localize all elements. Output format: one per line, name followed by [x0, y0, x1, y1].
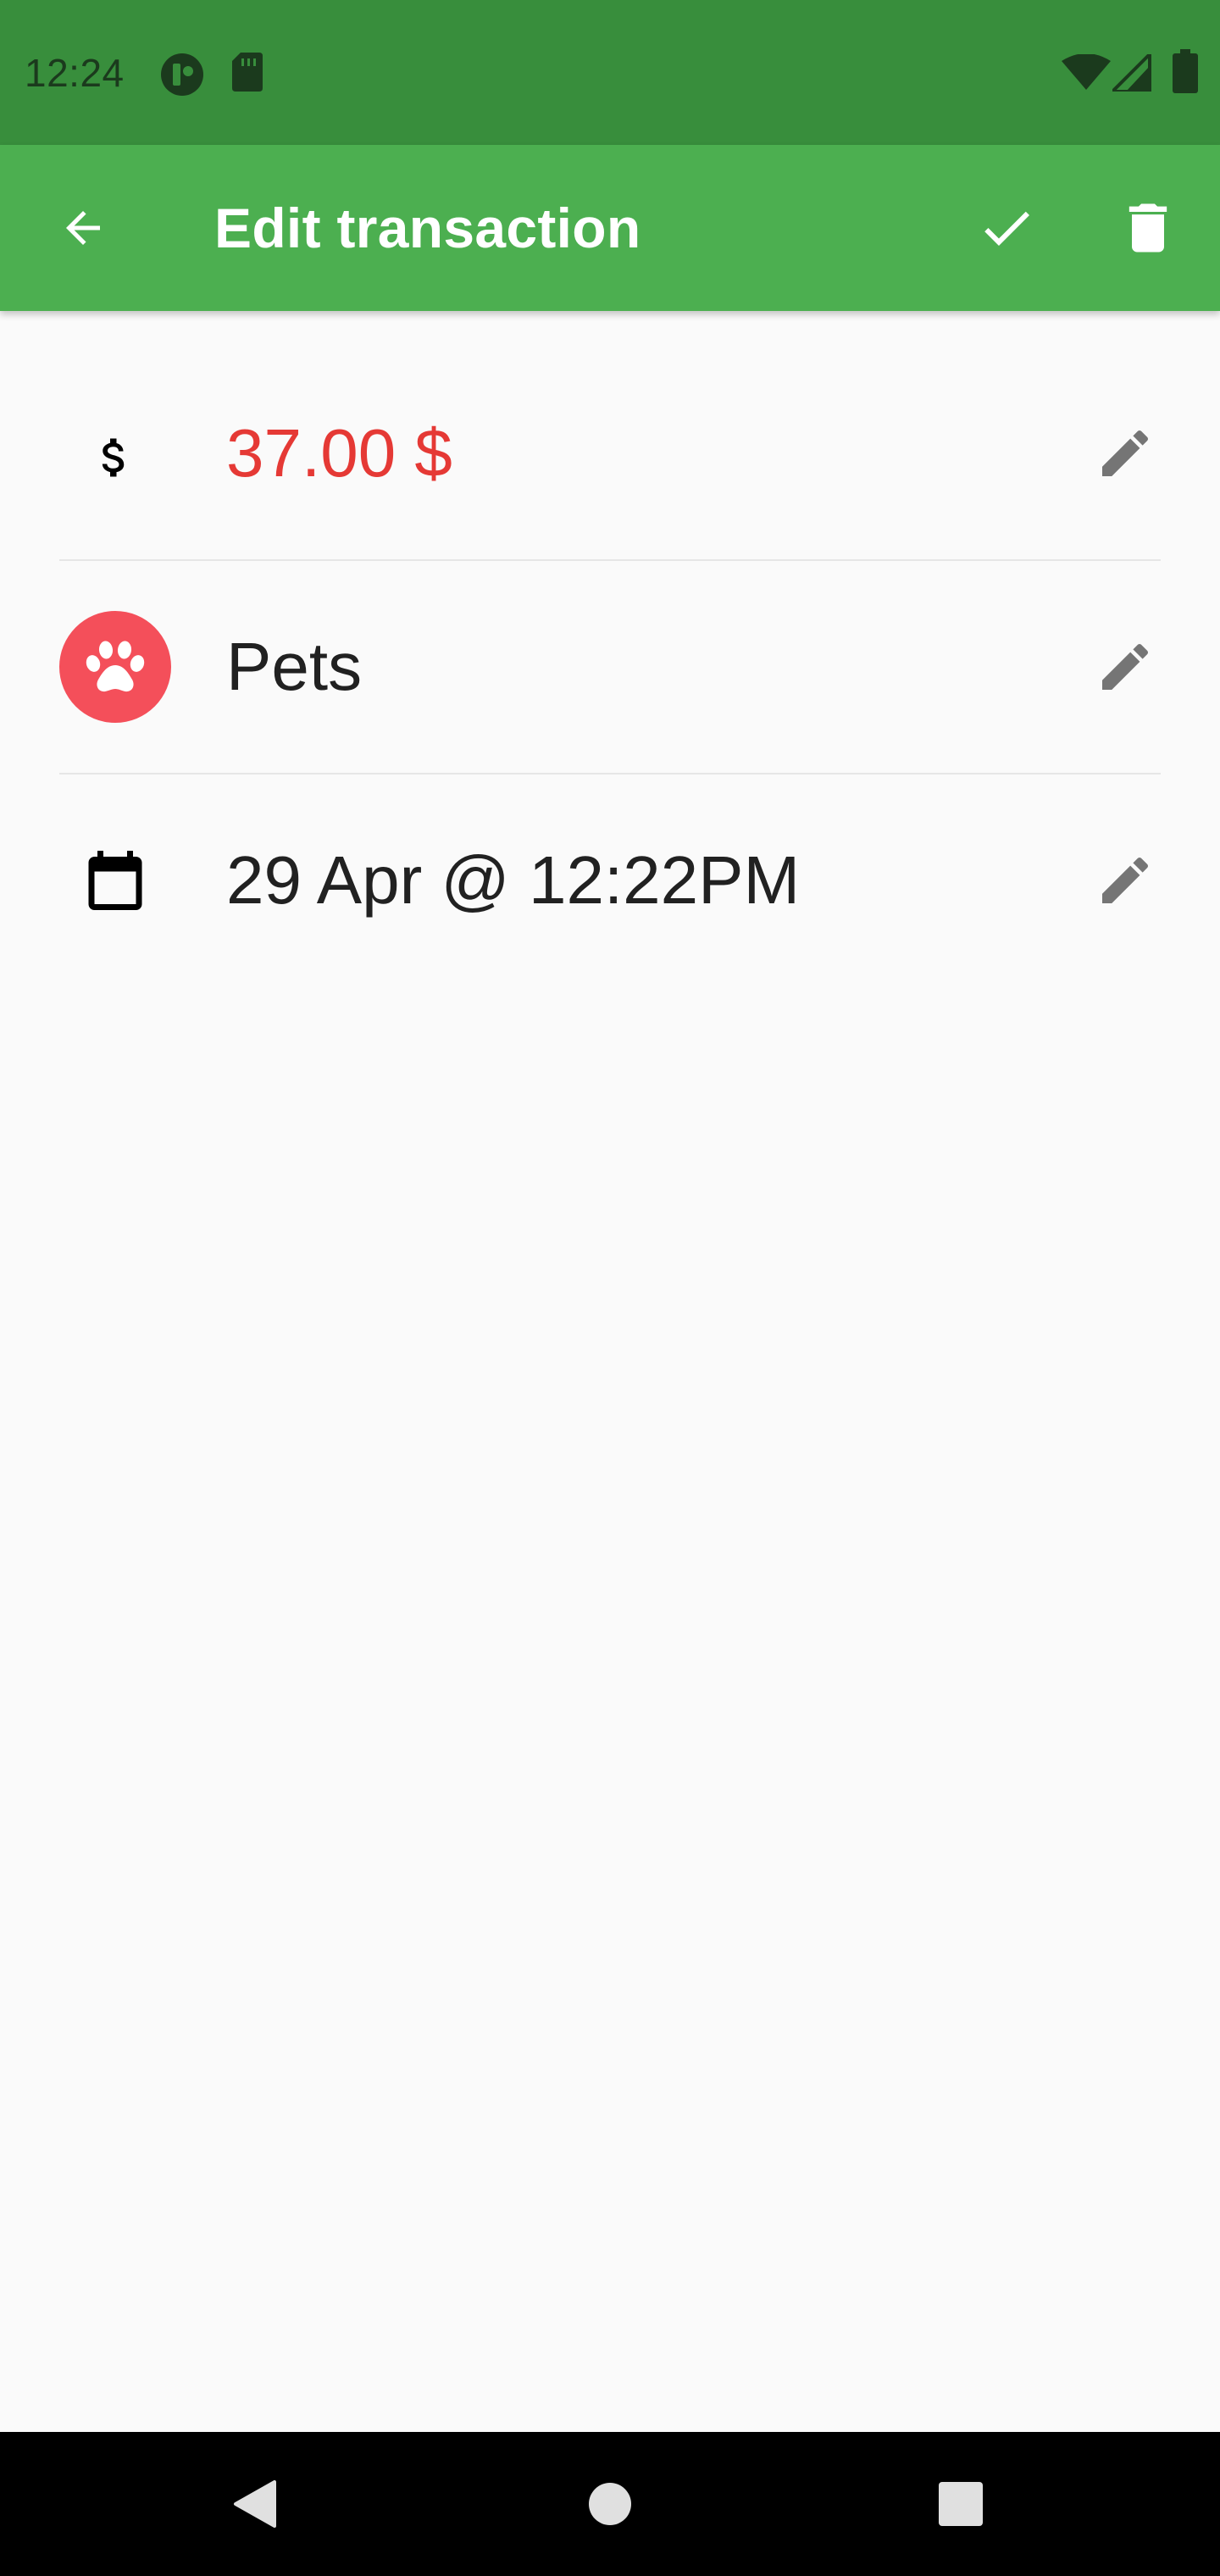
pencil-icon: [1102, 857, 1149, 903]
calendar-icon: [59, 824, 171, 936]
wifi-icon: [1062, 54, 1111, 90]
status-bar: 12:24: [0, 0, 1220, 145]
save-button[interactable]: [956, 177, 1057, 279]
nav-home-icon: [589, 2483, 631, 2525]
pencil-icon: [1102, 430, 1149, 476]
app-notification-icon: [161, 53, 203, 96]
datetime-value: 29 Apr @ 12:22PM: [226, 842, 801, 918]
back-button[interactable]: [32, 177, 134, 279]
cell-signal-icon: [1112, 54, 1151, 92]
edit-datetime-button[interactable]: [1074, 830, 1176, 931]
edit-category-button[interactable]: [1074, 616, 1176, 718]
sd-card-icon: [232, 53, 263, 92]
nav-recents-icon: [939, 2482, 983, 2526]
category-name: Pets: [226, 629, 363, 704]
date-row[interactable]: 29 Apr @ 12:22PM: [0, 774, 1220, 986]
amount-value: 37.00 $: [226, 415, 452, 491]
battery-icon: [1173, 49, 1198, 93]
arrow-back-icon: [66, 211, 100, 245]
edit-amount-button[interactable]: [1074, 402, 1176, 504]
app-bar: Edit transaction: [0, 145, 1220, 311]
nav-back-button[interactable]: [203, 2453, 305, 2555]
nav-home-button[interactable]: [559, 2453, 661, 2555]
page-title: Edit transaction: [214, 197, 641, 259]
nav-back-icon: [234, 2480, 276, 2528]
status-time: 12:24: [25, 51, 125, 95]
trash-icon: [1128, 203, 1167, 253]
paw-icon: [86, 641, 145, 692]
category-row[interactable]: Pets: [0, 561, 1220, 773]
category-avatar: [59, 611, 171, 723]
amount-row[interactable]: 37.00 $: [0, 347, 1220, 559]
check-icon: [984, 211, 1029, 246]
delete-button[interactable]: [1097, 177, 1199, 279]
nav-recents-button[interactable]: [910, 2453, 1012, 2555]
dollar-icon: [59, 402, 169, 513]
navigation-bar: [0, 2432, 1220, 2576]
pencil-icon: [1102, 643, 1149, 690]
